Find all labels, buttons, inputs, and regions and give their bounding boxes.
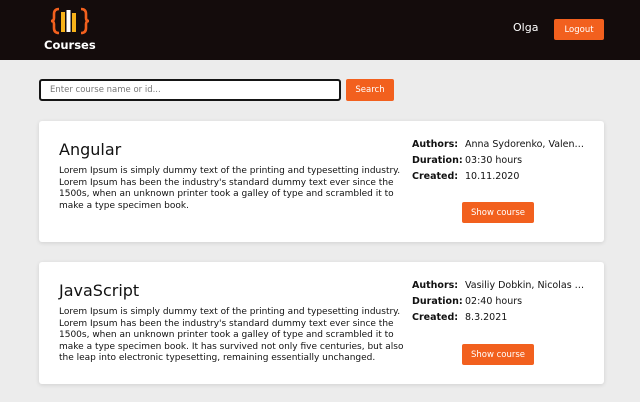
duration-row: Duration: 03:30 hours	[412, 155, 592, 171]
course-card: Angular Lorem Ipsum is simply dummy text…	[39, 121, 604, 242]
authors-label: Authors:	[412, 139, 459, 150]
show-course-button[interactable]: Show course	[462, 344, 534, 365]
created-value: 8.3.2021	[465, 312, 508, 323]
duration-label: Duration:	[412, 155, 463, 166]
app-header: Courses Olga Logout	[0, 0, 640, 60]
course-meta: Authors: Anna Sydorenko, Valentina Larin…	[412, 139, 592, 187]
course-title: JavaScript	[59, 281, 140, 300]
authors-row: Authors: Anna Sydorenko, Valentina Larin…	[412, 139, 592, 155]
created-row: Created: 10.11.2020	[412, 171, 592, 187]
logout-button[interactable]: Logout	[554, 19, 604, 40]
course-description: Lorem Ipsum is simply dummy text of the …	[59, 166, 401, 211]
logo-text: Courses	[44, 38, 96, 52]
authors-value: Anna Sydorenko, Valentina Larina	[465, 139, 587, 150]
created-value: 10.11.2020	[465, 171, 520, 182]
course-card: JavaScript Lorem Ipsum is simply dummy t…	[39, 262, 604, 384]
created-label: Created:	[412, 312, 459, 323]
logo[interactable]: Courses	[44, 6, 96, 54]
authors-value: Vasiliy Dobkin, Nicolas Kim	[465, 280, 587, 291]
duration-value: 03:30 hours	[465, 155, 523, 166]
authors-label: Authors:	[412, 280, 459, 291]
course-title: Angular	[59, 140, 122, 159]
search-input[interactable]	[39, 79, 341, 101]
username: Olga	[513, 21, 539, 34]
created-label: Created:	[412, 171, 459, 182]
show-course-button[interactable]: Show course	[462, 202, 534, 223]
course-description: Lorem Ipsum is simply dummy text of the …	[59, 307, 404, 363]
created-row: Created: 8.3.2021	[412, 312, 592, 328]
duration-label: Duration:	[412, 296, 463, 307]
search-button[interactable]: Search	[346, 79, 394, 101]
duration-row: Duration: 02:40 hours	[412, 296, 592, 312]
duration-value: 02:40 hours	[465, 296, 523, 307]
course-meta: Authors: Vasiliy Dobkin, Nicolas Kim Dur…	[412, 280, 592, 328]
authors-row: Authors: Vasiliy Dobkin, Nicolas Kim	[412, 280, 592, 296]
book-stack-braces-icon	[50, 7, 90, 35]
